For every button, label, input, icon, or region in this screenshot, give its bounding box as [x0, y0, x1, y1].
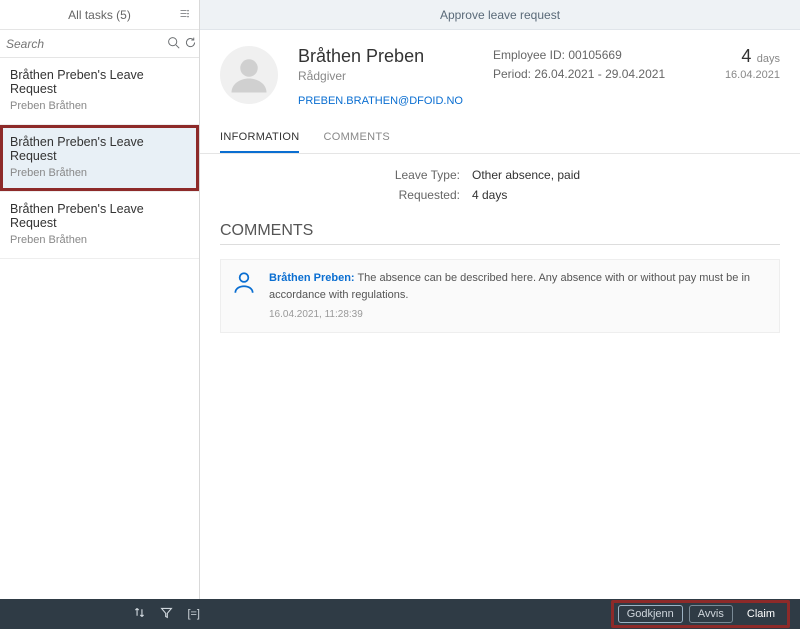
- action-buttons: Godkjenn Avvis Claim: [611, 600, 790, 628]
- task-item[interactable]: Bråthen Preben's Leave Request Preben Br…: [0, 125, 199, 192]
- approve-button[interactable]: Godkjenn: [618, 605, 683, 623]
- comments-section: COMMENTS Bråthen Preben: The absence can…: [200, 222, 800, 353]
- task-item-sub: Preben Bråthen: [10, 167, 189, 179]
- task-item-title: Bråthen Preben's Leave Request: [10, 202, 189, 230]
- comment-date: 16.04.2021, 11:28:39: [269, 307, 769, 322]
- sidebar-title: All tasks (5): [68, 8, 131, 22]
- refresh-icon[interactable]: [184, 36, 197, 52]
- employee-id: Employee ID: 00105669: [493, 46, 665, 65]
- content-area: Approve leave request Bråthen Preben Råd…: [200, 0, 800, 599]
- tab-bar: INFORMATION COMMENTS: [200, 123, 800, 154]
- filter-icon[interactable]: [160, 606, 173, 622]
- claim-button[interactable]: Claim: [739, 605, 783, 623]
- footer-bar: [=] Godkjenn Avvis Claim: [0, 599, 800, 629]
- page-title: Approve leave request: [200, 0, 800, 30]
- search-icon[interactable]: [167, 36, 180, 52]
- task-item[interactable]: Bråthen Preben's Leave Request Preben Br…: [0, 192, 199, 259]
- tab-comments[interactable]: COMMENTS: [323, 123, 390, 153]
- group-icon[interactable]: [=]: [187, 608, 200, 620]
- task-list: Bråthen Preben's Leave Request Preben Br…: [0, 58, 199, 599]
- task-item[interactable]: Bråthen Preben's Leave Request Preben Br…: [0, 58, 199, 125]
- sort-icon[interactable]: [133, 606, 146, 622]
- sidebar-header: All tasks (5): [0, 0, 199, 30]
- leave-type-label: Leave Type:: [220, 168, 460, 182]
- comments-heading: COMMENTS: [220, 222, 780, 245]
- request-date: 16.04.2021: [725, 69, 780, 81]
- tab-information[interactable]: INFORMATION: [220, 123, 299, 153]
- employee-header: Bråthen Preben Rådgiver PREBEN.BRATHEN@D…: [200, 30, 800, 117]
- leave-type-value: Other absence, paid: [472, 168, 580, 182]
- requested-value: 4 days: [472, 188, 507, 202]
- person-icon: [231, 270, 257, 322]
- task-item-sub: Preben Bråthen: [10, 100, 189, 112]
- employee-role: Rådgiver: [298, 69, 463, 83]
- employee-email[interactable]: PREBEN.BRATHEN@DFOID.NO: [298, 95, 463, 107]
- days-number: 4: [741, 46, 751, 66]
- task-item-title: Bråthen Preben's Leave Request: [10, 68, 189, 96]
- avatar: [220, 46, 278, 104]
- info-section: Leave Type: Other absence, paid Requeste…: [200, 154, 800, 222]
- comment-item: Bråthen Preben: The absence can be descr…: [220, 259, 780, 333]
- days-unit: days: [757, 53, 780, 65]
- days-summary: 4 days 16.04.2021: [725, 46, 780, 81]
- reject-button[interactable]: Avvis: [689, 605, 733, 623]
- requested-label: Requested:: [220, 188, 460, 202]
- comment-author: Bråthen Preben:: [269, 272, 355, 284]
- settings-icon[interactable]: [179, 8, 191, 23]
- employee-name: Bråthen Preben: [298, 46, 463, 67]
- task-item-title: Bråthen Preben's Leave Request: [10, 135, 189, 163]
- task-item-sub: Preben Bråthen: [10, 234, 189, 246]
- search-input[interactable]: [6, 37, 163, 51]
- employee-period: Period: 26.04.2021 - 29.04.2021: [493, 65, 665, 84]
- sidebar: All tasks (5) Bråthen Preben's Leave Req…: [0, 0, 200, 599]
- search-bar: [0, 30, 199, 58]
